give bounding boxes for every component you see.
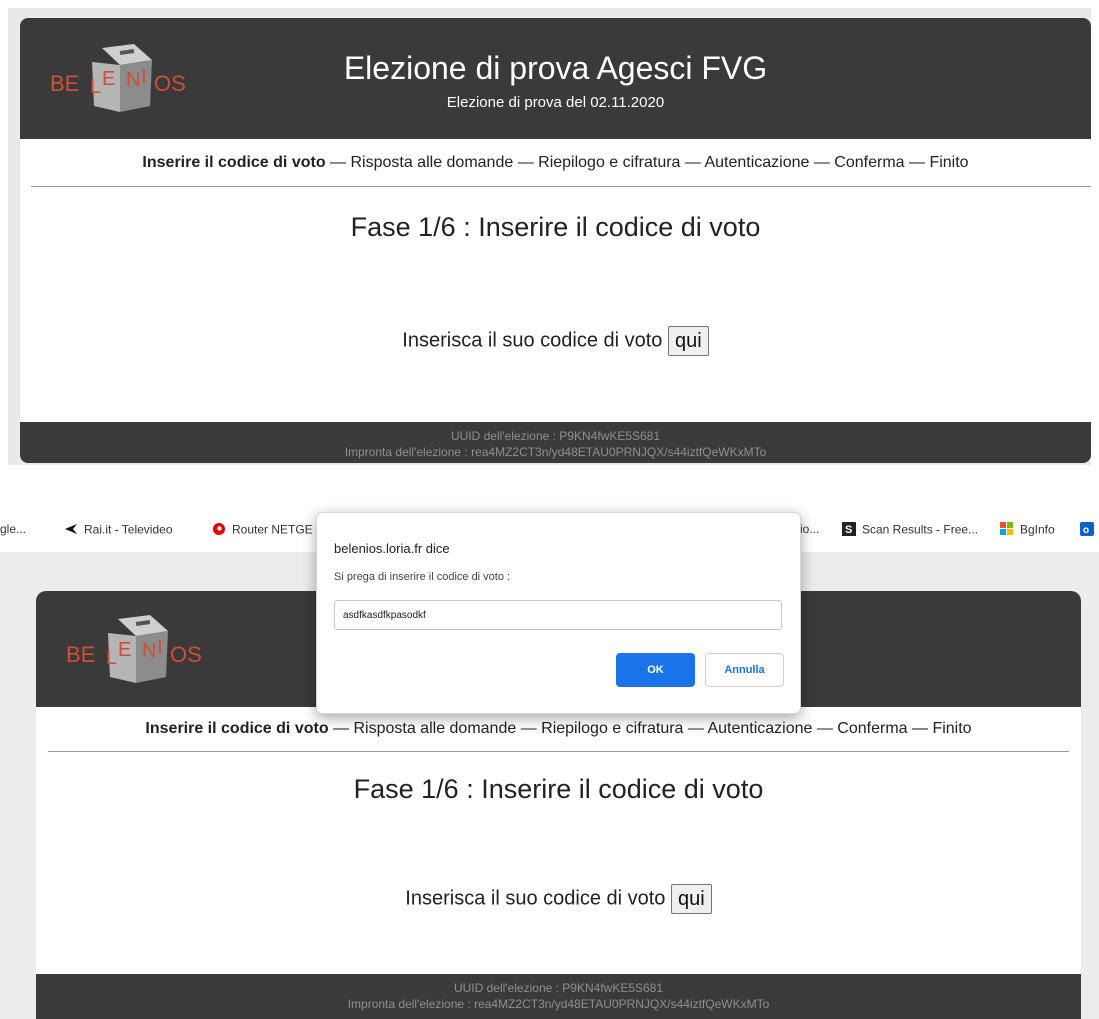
windows-icon (1000, 522, 1014, 539)
bookmark-bginfo[interactable]: BgInfo (1000, 522, 1055, 539)
election-uuid: UUID dell'elezione : P9KN4fwKE5S681 (453, 981, 664, 995)
rai-star-icon (64, 522, 78, 539)
election-subtitle: Elezione di prova del 02.11.2020 (446, 94, 665, 111)
dialog-message: Si prega di inserire il codice di voto : (334, 571, 511, 583)
cancel-button[interactable]: Annulla (705, 653, 784, 687)
vodafone-icon (212, 522, 226, 539)
logo-text-be: BE (66, 642, 96, 667)
bookmark-router-netgear[interactable]: Router NETGE (212, 522, 313, 539)
phase-title: Fase 1/6 : Inserire il codice di voto (350, 212, 761, 242)
voting-code-input[interactable]: asdfkasdfkpasodkf (334, 600, 782, 630)
election-fingerprint: Impronta dell'elezione : rea4MZ2CT3n/yd4… (344, 445, 767, 459)
bookmark-scan-results[interactable]: S Scan Results - Free... (842, 522, 978, 539)
election-footer: UUID dell'elezione : P9KN4fwKE5S681 Impr… (20, 422, 1091, 463)
election-fingerprint: Impronta dell'elezione : rea4MZ2CT3n/yd4… (347, 997, 770, 1011)
belenios-logo-2: BE L E N I OS (66, 609, 206, 689)
outlook-bookmark-icon[interactable]: o (1080, 522, 1094, 539)
scan-s-icon: S (842, 522, 856, 539)
divider-2 (48, 751, 1069, 752)
step-remaining: — Risposta alle domande — Riepilogo e ci… (325, 154, 969, 171)
prompt-label: Inserisca il suo codice di voto (405, 887, 666, 910)
step-breadcrumb: Inserire il codice di voto — Risposta al… (20, 154, 1091, 172)
election-title: Elezione di prova Agesci FVG (343, 50, 768, 86)
step-current: Inserire il codice di voto (142, 154, 326, 171)
bookmark-google[interactable]: gle... (0, 522, 26, 536)
belenios-page: BE L E N I OS Elezione di prova Agesci F… (20, 18, 1091, 463)
logo-text-l: L (106, 647, 118, 669)
screenshot-panel-top: BE L E N I OS Elezione di prova Agesci F… (8, 8, 1091, 465)
bookmark-truncated[interactable]: io... (800, 522, 819, 536)
voting-code-prompt: Inserisca il suo codice di voto qui (20, 326, 1091, 356)
prompt-dialog: belenios.loria.fr dice Si prega di inser… (316, 512, 801, 714)
enter-code-button[interactable]: qui (671, 884, 712, 914)
logo-text-i: I (157, 637, 163, 659)
election-uuid: UUID dell'elezione : P9KN4fwKE5S681 (450, 429, 661, 443)
step-breadcrumb-2: Inserire il codice di voto — Risposta al… (36, 720, 1081, 738)
step-current: Inserire il codice di voto (145, 720, 329, 737)
logo-text-e: E (118, 639, 132, 661)
logo-text-os: OS (170, 642, 202, 667)
step-remaining: — Risposta alle domande — Riepilogo e ci… (328, 720, 972, 737)
divider (31, 186, 1091, 187)
voting-code-prompt-2: Inserisca il suo codice di voto qui (36, 884, 1081, 914)
logo-text-n: N (142, 640, 157, 662)
svg-text:S: S (845, 524, 852, 536)
prompt-label: Inserisca il suo codice di voto (402, 329, 663, 352)
enter-code-button[interactable]: qui (668, 326, 709, 356)
election-footer-2: UUID dell'elezione : P9KN4fwKE5S681 Impr… (36, 974, 1081, 1019)
phase-title-2: Fase 1/6 : Inserire il codice di voto (353, 774, 764, 804)
svg-text:o: o (1083, 525, 1089, 536)
dialog-title: belenios.loria.fr dice (334, 541, 450, 556)
election-header: BE L E N I OS Elezione di prova Agesci F… (20, 18, 1091, 139)
ok-button[interactable]: OK (616, 653, 695, 687)
bookmark-rai-televideo[interactable]: Rai.it - Televideo (64, 522, 173, 539)
